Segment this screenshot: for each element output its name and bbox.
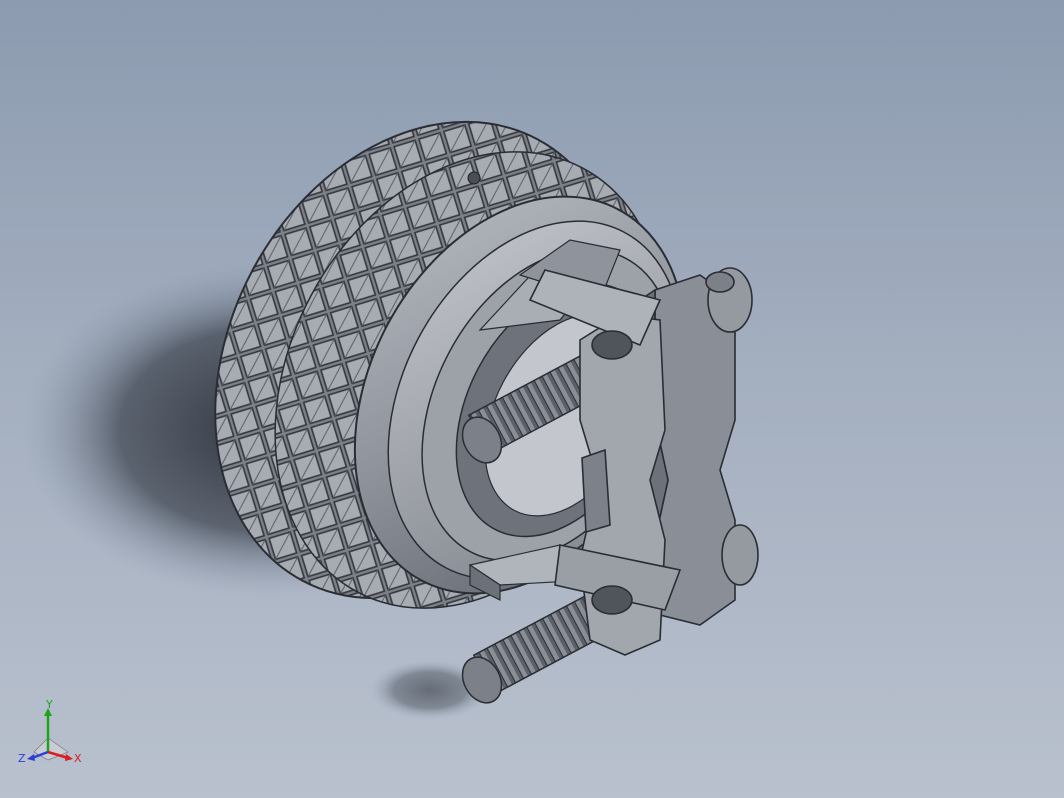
z-axis-label: Z — [18, 752, 26, 765]
graphics-viewport[interactable]: Y X Z — [0, 0, 1064, 798]
x-axis-arrow-icon — [65, 754, 73, 761]
z-axis-arrow-icon — [27, 754, 35, 761]
y-axis-label: Y — [45, 700, 53, 711]
x-axis-label: X — [74, 752, 82, 765]
coordinate-triad: Y X Z — [18, 700, 82, 765]
model-view[interactable] — [0, 0, 1064, 798]
